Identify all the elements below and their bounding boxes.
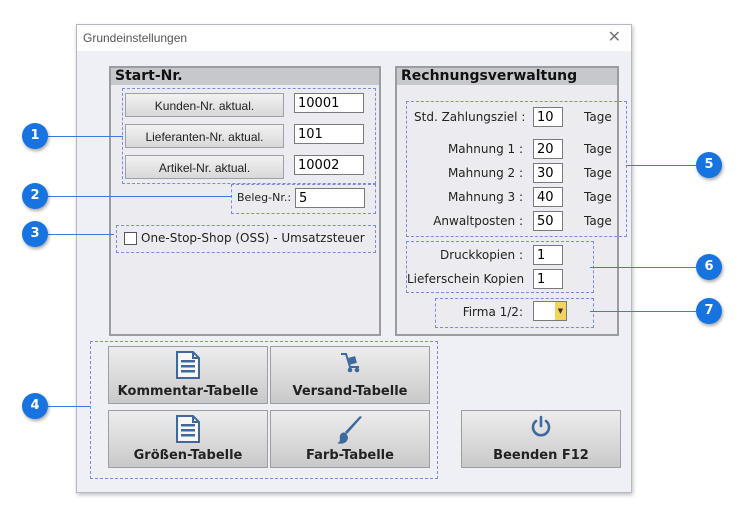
callout-badge-4: 4 bbox=[22, 393, 48, 419]
hand-truck-icon bbox=[271, 351, 429, 379]
kunden-nr-button[interactable]: Kunden-Nr. aktual. bbox=[125, 93, 284, 117]
paintbrush-icon bbox=[271, 415, 429, 449]
rechnungsverwaltung-header: Rechnungsverwaltung bbox=[397, 68, 617, 85]
mahnung1-label: Mahnung 1 : bbox=[447, 142, 523, 156]
groessen-tabelle-button[interactable]: Größen-Tabelle bbox=[108, 410, 268, 468]
oss-checkbox[interactable] bbox=[124, 232, 137, 245]
artikel-nr-field[interactable]: 10002 bbox=[294, 155, 364, 175]
zahlungsziel-label: Std. Zahlungsziel : bbox=[414, 110, 526, 124]
callout-line-2 bbox=[48, 196, 232, 197]
kommentar-tabelle-button[interactable]: Kommentar-Tabelle bbox=[108, 346, 268, 404]
anwaltposten-label: Anwaltposten : bbox=[433, 214, 523, 228]
firma-label: Firma 1/2: bbox=[462, 305, 523, 319]
mahnung2-unit: Tage bbox=[584, 166, 612, 180]
close-icon[interactable]: ✕ bbox=[608, 27, 621, 46]
callout-line-5 bbox=[626, 165, 696, 166]
beleg-nr-field[interactable]: 5 bbox=[295, 188, 365, 208]
artikel-nr-button[interactable]: Artikel-Nr. aktual. bbox=[125, 155, 284, 179]
druckkopien-label: Druckkopien : bbox=[440, 248, 523, 262]
lieferanten-nr-button[interactable]: Lieferanten-Nr. aktual. bbox=[125, 124, 284, 148]
kunden-nr-field[interactable]: 10001 bbox=[294, 93, 364, 113]
callout-line-1 bbox=[48, 136, 123, 137]
document-list-icon bbox=[109, 351, 267, 383]
lieferschein-field[interactable]: 1 bbox=[533, 269, 563, 289]
farb-tabelle-label: Farb-Tabelle bbox=[306, 448, 394, 463]
mahnung2-field[interactable]: 30 bbox=[533, 163, 563, 183]
mahnung2-label: Mahnung 2 : bbox=[447, 166, 523, 180]
rechnungsverwaltung-panel: Rechnungsverwaltung Std. Zahlungsziel : … bbox=[395, 66, 627, 336]
callout-badge-6: 6 bbox=[696, 254, 722, 280]
callout-badge-1: 1 bbox=[22, 123, 48, 149]
beenden-button[interactable]: Beenden F12 bbox=[461, 410, 621, 468]
versand-tabelle-button[interactable]: Versand-Tabelle bbox=[270, 346, 430, 404]
oss-label: One-Stop-Shop (OSS) - Umsatzsteuer bbox=[141, 231, 365, 245]
settings-window: Grundeinstellungen ✕ Start-Nr. Kunden-Nr… bbox=[76, 24, 632, 493]
chevron-down-icon[interactable]: ▼ bbox=[555, 302, 566, 320]
power-icon bbox=[462, 415, 620, 443]
mahnung1-unit: Tage bbox=[584, 142, 612, 156]
start-nr-panel: Start-Nr. Kunden-Nr. aktual. 10001 Liefe… bbox=[109, 66, 381, 336]
callout-line-3 bbox=[48, 234, 114, 235]
anwaltposten-unit: Tage bbox=[584, 214, 612, 228]
mahnung3-unit: Tage bbox=[584, 190, 612, 204]
callout-badge-5: 5 bbox=[696, 152, 722, 178]
callout-line-7 bbox=[590, 311, 696, 312]
mahnung1-field[interactable]: 20 bbox=[533, 139, 563, 159]
start-nr-header: Start-Nr. bbox=[111, 68, 379, 85]
farb-tabelle-button[interactable]: Farb-Tabelle bbox=[270, 410, 430, 468]
mahnung3-label: Mahnung 3 : bbox=[447, 190, 523, 204]
beenden-label: Beenden F12 bbox=[493, 448, 589, 463]
zahlungsziel-field[interactable]: 10 bbox=[533, 107, 563, 127]
callout-badge-2: 2 bbox=[22, 183, 48, 209]
lieferschein-label: Lieferschein Kopien bbox=[407, 272, 525, 286]
lieferanten-nr-field[interactable]: 101 bbox=[294, 124, 364, 144]
versand-tabelle-label: Versand-Tabelle bbox=[292, 384, 408, 399]
title-bar: Grundeinstellungen ✕ bbox=[77, 25, 631, 51]
anwaltposten-field[interactable]: 50 bbox=[533, 211, 563, 231]
document-list-icon bbox=[109, 415, 267, 447]
window-title: Grundeinstellungen bbox=[83, 31, 188, 45]
kommentar-tabelle-label: Kommentar-Tabelle bbox=[117, 384, 259, 399]
druckkopien-field[interactable]: 1 bbox=[533, 245, 563, 265]
beleg-nr-label: Beleg-Nr.: bbox=[237, 191, 292, 204]
callout-line-4 bbox=[48, 406, 90, 407]
firma-select[interactable]: ▼ bbox=[533, 301, 567, 321]
groessen-tabelle-label: Größen-Tabelle bbox=[133, 448, 243, 463]
zahlungsziel-unit: Tage bbox=[584, 110, 612, 124]
callout-badge-7: 7 bbox=[696, 298, 722, 324]
mahnung3-field[interactable]: 40 bbox=[533, 187, 563, 207]
callout-line-6 bbox=[590, 267, 696, 268]
callout-badge-3: 3 bbox=[22, 221, 48, 247]
